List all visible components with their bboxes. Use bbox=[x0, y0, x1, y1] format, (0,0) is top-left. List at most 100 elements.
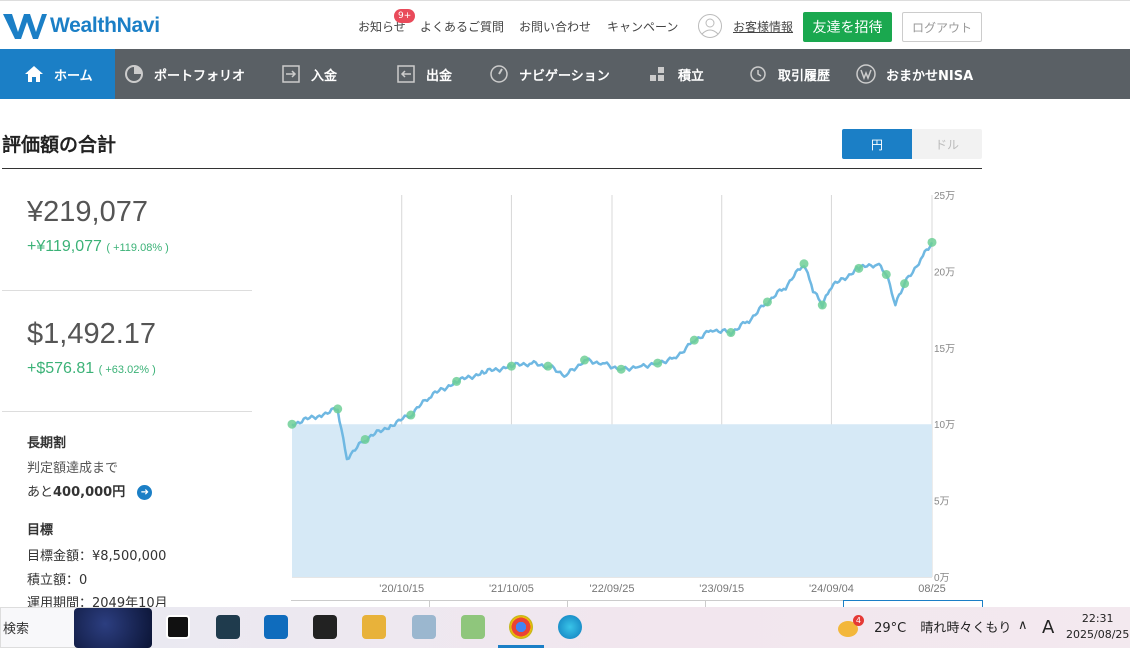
clock-time: 22:31 bbox=[1081, 612, 1114, 625]
yen-gain-percent: ( +119.08% ) bbox=[106, 242, 169, 254]
goal-label: 目標 bbox=[27, 523, 54, 538]
nav-nisa[interactable]: おまかせNISA bbox=[856, 49, 973, 99]
usd-total-value: $1,492.17 bbox=[27, 318, 157, 350]
weather-widget[interactable]: 4 29°C 晴れ時々くもり bbox=[838, 614, 1011, 637]
long-term-desc: 判定額達成まで bbox=[27, 461, 119, 476]
nav-navigation[interactable]: ナビゲーション bbox=[489, 49, 610, 99]
x-tick-label: '22/09/25 bbox=[590, 583, 635, 595]
chrome-icon[interactable] bbox=[509, 615, 533, 639]
home-icon bbox=[24, 64, 44, 84]
arrow-right-icon[interactable]: ➜ bbox=[137, 485, 153, 500]
edge-icon[interactable] bbox=[558, 615, 582, 639]
account-info-link[interactable]: お客様情報 bbox=[733, 18, 793, 35]
app-icon[interactable] bbox=[216, 615, 240, 639]
logout-button[interactable]: ログアウト bbox=[902, 12, 982, 42]
x-tick-label: '23/09/15 bbox=[699, 583, 744, 595]
data-point bbox=[452, 376, 462, 386]
goal-amount: 目標金額：¥8,500,000 bbox=[27, 549, 167, 564]
app-icon[interactable] bbox=[166, 615, 190, 639]
nav-home-label: ホーム bbox=[54, 68, 93, 84]
nav-history[interactable]: 取引履歴 bbox=[748, 49, 830, 99]
x-tick-label: '21/10/05 bbox=[489, 583, 534, 595]
y-tick-label: 5万 bbox=[934, 497, 950, 508]
usd-gain-percent: ( +63.02% ) bbox=[98, 364, 156, 376]
nav-home[interactable]: ホーム bbox=[0, 49, 115, 99]
app-icon[interactable] bbox=[461, 615, 485, 639]
blocks-icon bbox=[648, 64, 668, 84]
divider bbox=[2, 290, 252, 291]
folder-icon[interactable] bbox=[362, 615, 386, 639]
monthly-amount: 積立額：0 bbox=[27, 573, 88, 588]
data-point bbox=[799, 259, 809, 269]
currency-dollar-button[interactable]: ドル bbox=[912, 129, 982, 159]
nav-withdraw[interactable]: 出金 bbox=[396, 49, 452, 99]
ime-indicator[interactable]: A bbox=[1042, 617, 1054, 638]
currency-toggle: 円 ドル bbox=[842, 129, 982, 159]
nav-navigation-label: ナビゲーション bbox=[519, 68, 610, 84]
divider bbox=[2, 411, 252, 412]
nav-withdraw-label: 出金 bbox=[426, 68, 453, 84]
data-point bbox=[927, 237, 937, 247]
contact-link[interactable]: お問い合わせ bbox=[519, 18, 591, 35]
brand-name: WealthNavi bbox=[50, 14, 160, 37]
faq-link[interactable]: よくあるご質問 bbox=[420, 18, 504, 35]
data-point bbox=[333, 404, 343, 414]
data-point bbox=[653, 358, 663, 368]
usd-gain: +$576.81 ( +63.02% ) bbox=[27, 360, 156, 378]
user-icon[interactable] bbox=[698, 14, 722, 38]
y-tick-label: 15万 bbox=[934, 344, 955, 355]
nav-deposit[interactable]: 入金 bbox=[281, 49, 337, 99]
data-point bbox=[854, 263, 864, 273]
x-tick-label: '20/10/15 bbox=[379, 583, 424, 595]
nav-reserve[interactable]: 積立 bbox=[648, 49, 704, 99]
currency-yen-button[interactable]: 円 bbox=[842, 129, 912, 159]
data-point bbox=[287, 419, 297, 429]
data-point bbox=[762, 297, 772, 307]
data-point bbox=[616, 364, 626, 374]
main-nav: ホーム ポートフォリオ 入金 出金 ナビゲーション 積立 取引履歴 おまかせNI… bbox=[0, 49, 1130, 99]
remaining-prefix: あと bbox=[27, 485, 54, 500]
clock-date: 2025/08/25 bbox=[1066, 628, 1130, 641]
invite-friend-button[interactable]: 友達を招待 bbox=[803, 12, 892, 42]
site-header: WealthNavi お知らせ 9+ よくあるご質問 お問い合わせ キャンペーン… bbox=[0, 0, 1130, 49]
data-point bbox=[360, 434, 370, 444]
terminal-icon[interactable] bbox=[313, 615, 337, 639]
chevron-up-icon[interactable]: ∧ bbox=[1018, 618, 1028, 633]
weather-badge: 4 bbox=[852, 614, 864, 626]
data-point bbox=[543, 361, 553, 371]
outlook-icon[interactable] bbox=[264, 615, 288, 639]
yen-gain-value: +¥119,077 bbox=[27, 238, 102, 255]
data-point bbox=[406, 410, 416, 420]
logo[interactable]: WealthNavi bbox=[3, 12, 160, 40]
taskbar-search-label: 検索 bbox=[3, 622, 30, 637]
nav-deposit-label: 入金 bbox=[311, 68, 338, 84]
notepad-icon[interactable] bbox=[412, 615, 436, 639]
x-tick-label: '24/09/04 bbox=[809, 583, 854, 595]
logo-icon bbox=[3, 14, 47, 39]
long-term-label: 長期割 bbox=[27, 436, 67, 451]
y-tick-label: 10万 bbox=[934, 420, 955, 431]
nav-portfolio[interactable]: ポートフォリオ bbox=[124, 49, 245, 99]
navigation-icon bbox=[489, 64, 509, 84]
clock[interactable]: 22:31 2025/08/25 bbox=[1066, 611, 1129, 643]
weather-icon: 4 bbox=[838, 614, 864, 637]
yen-total-value: ¥219,077 bbox=[27, 196, 148, 228]
deposit-icon bbox=[281, 64, 301, 84]
pie-chart-icon bbox=[124, 64, 144, 84]
campaign-link[interactable]: キャンペーン bbox=[607, 18, 678, 35]
notification-badge: 9+ bbox=[394, 9, 416, 23]
remaining-amount: 400,000円 bbox=[53, 485, 126, 500]
asset-chart: '20/10/15 '21/10/05 '22/09/25 '23/09/15 '24/… bbox=[287, 191, 955, 595]
nav-reserve-label: 積立 bbox=[678, 68, 705, 84]
data-point bbox=[580, 355, 590, 365]
title-divider bbox=[2, 168, 982, 169]
data-point bbox=[881, 269, 891, 279]
page-title: 評価額の合計 bbox=[2, 134, 117, 156]
y-tick-label: 25万 bbox=[934, 191, 955, 202]
nisa-icon bbox=[856, 64, 876, 84]
principal-area bbox=[292, 424, 932, 577]
data-point bbox=[900, 279, 910, 289]
nav-portfolio-label: ポートフォリオ bbox=[154, 68, 246, 84]
long-term-remaining: あと400,000円 ➜ bbox=[27, 481, 153, 500]
usd-gain-value: +$576.81 bbox=[27, 360, 95, 377]
